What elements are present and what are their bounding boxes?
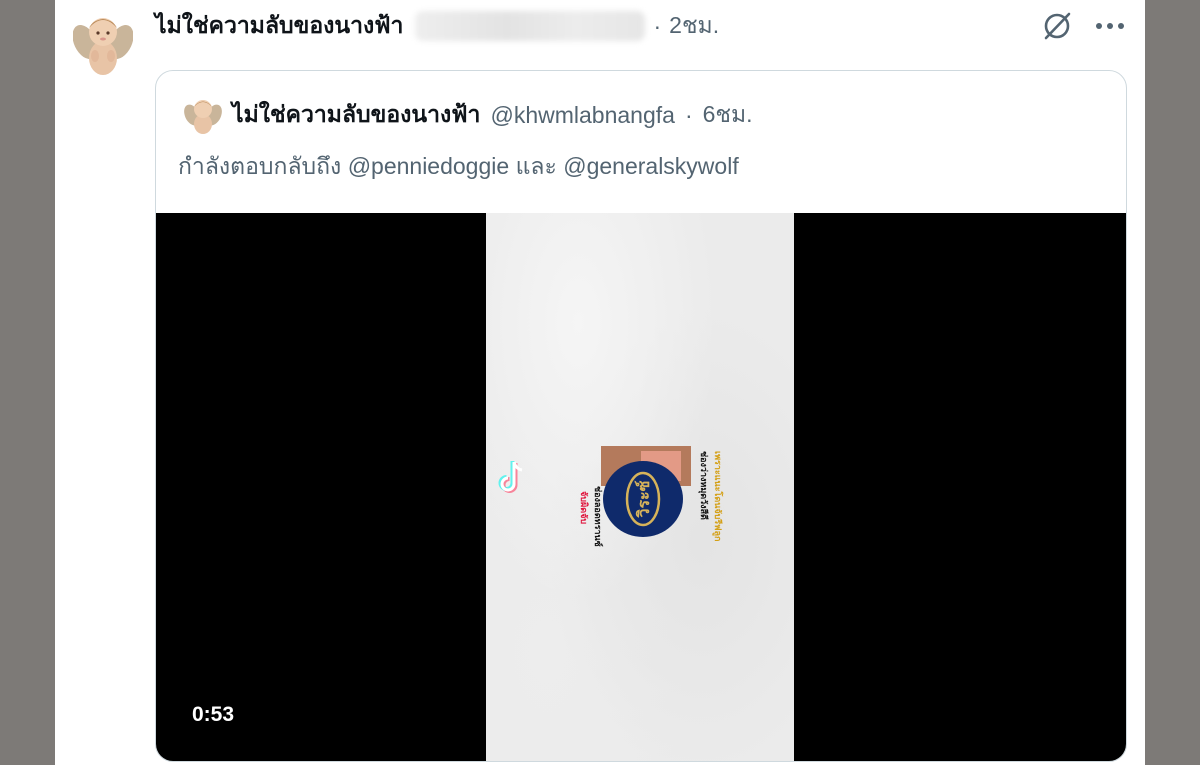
- post-header: ไม่ใช่ความลับของนางฟ้า · 2ชม.: [155, 8, 719, 44]
- svg-text:ช่องว่างหมุดวังสีดี: ช่องว่างหมุดวังสีดี: [698, 451, 709, 520]
- video-duration: 0:53: [192, 703, 235, 726]
- svg-text:จับผิดจับ: จับผิดจับ: [578, 491, 589, 524]
- cherub-avatar[interactable]: [73, 8, 133, 80]
- quoted-post-card[interactable]: ไม่ใช่ความลับของนางฟ้า @khwmlabnangfa · …: [155, 70, 1127, 762]
- video-player[interactable]: วิระซ์ จับผิดจับ ช่องลอดทรานซ์ ช่องว่างห…: [156, 213, 1126, 761]
- video-frame: วิระซ์ จับผิดจับ ช่องลอดทรานซ์ ช่องว่างห…: [486, 213, 794, 761]
- tiktok-logo-icon: [498, 461, 523, 493]
- svg-text:ช่องลอดทรานซ์: ช่องลอดทรานซ์: [592, 486, 604, 547]
- separator-dot: ·: [653, 12, 662, 39]
- svg-text:เพราะแนะโดนจับรีฟลูก: เพราะแนะโดนจับรีฟลูก: [712, 451, 724, 542]
- more-icon[interactable]: [1095, 22, 1125, 30]
- reply-mention-penniedoggie[interactable]: @penniedoggie: [348, 153, 509, 179]
- quoted-timestamp[interactable]: 6ชม.: [703, 97, 753, 133]
- quoted-post-header: ไม่ใช่ความลับของนางฟ้า @khwmlabnangfa · …: [184, 95, 753, 135]
- promo-sticker-image: วิระซ์ จับผิดจับ ช่องลอดทรานซ์ ช่องว่างห…: [578, 446, 724, 547]
- post-container: ไม่ใช่ความลับของนางฟ้า · 2ชม. ไม่ใช่ความ…: [55, 0, 1145, 765]
- reply-prefix: กำลังตอบกลับถึง: [178, 153, 342, 179]
- reply-joiner: และ: [515, 153, 557, 179]
- quoted-author-name[interactable]: ไม่ใช่ความลับของนางฟ้า: [232, 97, 480, 133]
- quoted-author-handle[interactable]: @khwmlabnangfa: [490, 102, 674, 129]
- sticker-logo-text: วิระซ์: [634, 480, 653, 518]
- post-timestamp[interactable]: 2ชม.: [669, 8, 719, 44]
- quoted-cherub-avatar[interactable]: [184, 95, 222, 135]
- post-actions: [1041, 10, 1125, 42]
- author-name[interactable]: ไม่ใช่ความลับของนางฟ้า: [155, 8, 403, 44]
- blurred-handle: [415, 11, 646, 41]
- grok-icon[interactable]: [1041, 10, 1073, 42]
- reply-mention-generalskywolf[interactable]: @generalskywolf: [563, 153, 738, 179]
- separator-dot: ·: [684, 101, 693, 128]
- reply-context: กำลังตอบกลับถึง @penniedoggie และ @gener…: [178, 149, 739, 185]
